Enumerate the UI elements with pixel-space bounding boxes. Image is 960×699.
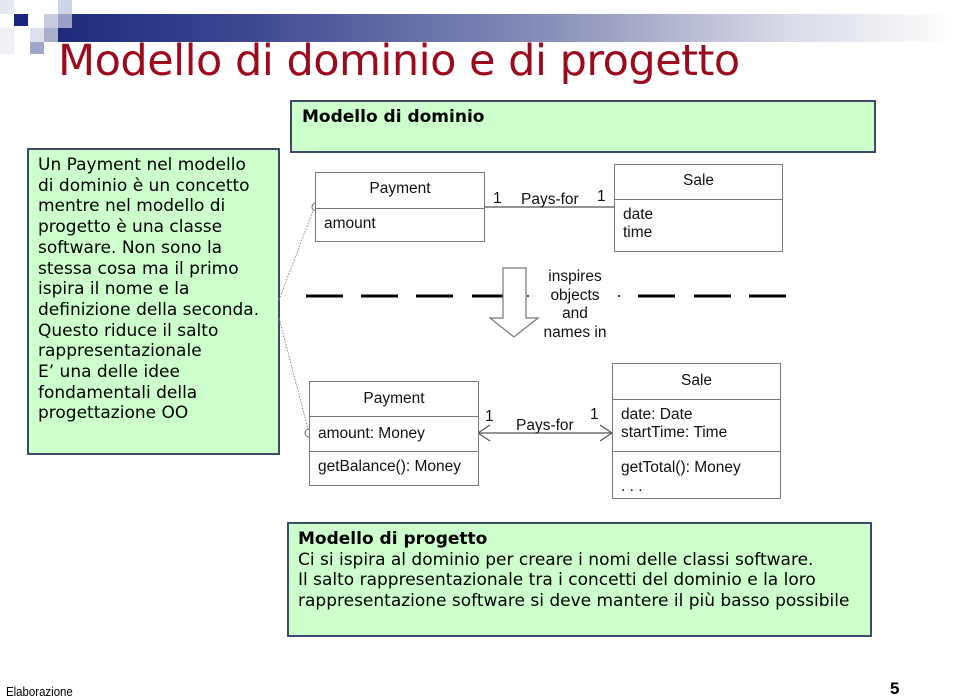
operation: getBalance(): Money xyxy=(318,458,462,475)
class-attributes: amount xyxy=(316,208,484,241)
note-line: Ci si ispira al dominio per creare i nom… xyxy=(298,549,814,570)
domain-model-note: Modello di dominio xyxy=(290,100,876,153)
design-association-label: Pays-for xyxy=(516,417,574,434)
inspires-label-line: and xyxy=(562,305,588,322)
class-operations: getBalance(): Money xyxy=(310,451,478,485)
callout-line-domain xyxy=(278,207,315,301)
attribute: startTime: Time xyxy=(621,424,728,441)
domain-association-label: Pays-for xyxy=(521,191,579,208)
inspires-label-line: objects xyxy=(550,286,600,304)
attribute: amount: Money xyxy=(318,425,425,442)
operation: getTotal(): Money xyxy=(621,459,741,476)
class-name: Sale xyxy=(680,372,713,389)
design-sale-class: Sale date: Date startTime: Time getTotal… xyxy=(612,363,781,499)
domain-payment-class: Payment amount xyxy=(315,172,485,242)
class-name: Payment xyxy=(363,390,425,407)
domain-model-heading: Modello di dominio xyxy=(302,107,485,127)
class-attributes: amount: Money xyxy=(310,416,478,451)
page-number: 5 xyxy=(890,679,900,698)
inspires-label-line: names in xyxy=(543,323,607,341)
class-attributes: date: Date startTime: Time xyxy=(613,399,780,451)
design-payment-class: Payment amount: Money getBalance(): Mone… xyxy=(309,381,479,486)
domain-right-multiplicity: 1 xyxy=(597,188,606,205)
design-left-multiplicity: 1 xyxy=(485,408,494,425)
inspires-label: inspires objects and names in xyxy=(538,268,612,342)
note-line: rappresentazione software si deve manter… xyxy=(298,590,850,611)
class-name: Payment xyxy=(369,180,431,197)
design-model-note: Modello di progetto Ci si ispira al domi… xyxy=(287,522,872,637)
inspires-arrow-icon xyxy=(488,267,540,338)
class-attributes: date time xyxy=(615,199,782,251)
design-model-heading: Modello di progetto xyxy=(298,529,488,549)
attribute: date xyxy=(623,206,654,223)
inspires-label-line: inspires xyxy=(548,268,602,285)
callout-line-design xyxy=(278,317,310,434)
design-right-multiplicity: 1 xyxy=(590,406,599,423)
class-name: Sale xyxy=(682,172,715,189)
domain-sale-class: Sale date time xyxy=(614,164,783,252)
note-line: Il salto rappresentazionale tra i concet… xyxy=(298,570,816,590)
footer-section-label: Elaborazione xyxy=(6,684,73,699)
operation: . . . xyxy=(621,478,643,495)
domain-left-multiplicity: 1 xyxy=(493,190,502,207)
attribute: date: Date xyxy=(621,406,693,423)
attribute: amount xyxy=(324,215,376,232)
class-operations: getTotal(): Money . . . xyxy=(613,451,780,498)
attribute: time xyxy=(623,224,653,241)
